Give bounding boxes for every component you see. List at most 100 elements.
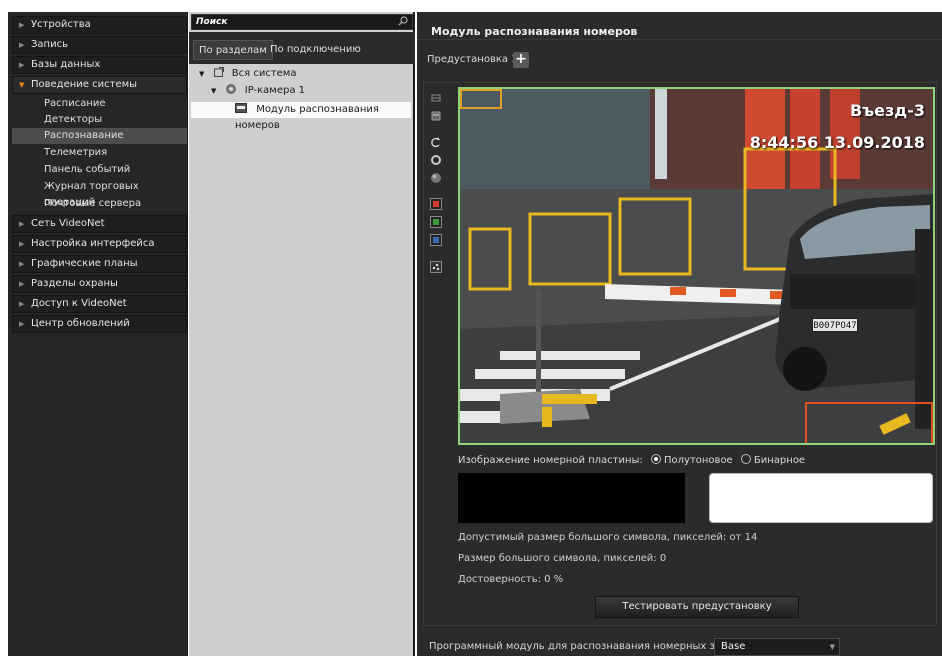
settings-navigation: ▶ Устройства ▶ Запись ▶ Базы данных ▼ По…	[8, 12, 188, 656]
nav-group-label: Центр обновлений	[31, 318, 130, 329]
list-tool-icon[interactable]	[430, 110, 442, 122]
nav-item-label: Почтовые сервера	[44, 198, 142, 209]
nav-group-recording[interactable]: ▶ Запись	[12, 36, 187, 54]
red-zone-tool-icon[interactable]	[430, 198, 442, 210]
nav-item-trade-journal[interactable]: Журнал торговых операций	[12, 179, 187, 208]
collapse-triangle-icon: ▼	[19, 81, 25, 89]
scatter-tool-icon[interactable]	[430, 261, 442, 273]
search-icon[interactable]	[398, 16, 408, 26]
nav-group-system-behavior[interactable]: ▼ Поведение системы	[12, 76, 187, 94]
nav-item-label: Телеметрия	[44, 147, 108, 158]
nav-item-detectors[interactable]: Детекторы	[12, 112, 187, 128]
add-preset-button[interactable]: +	[513, 52, 529, 68]
expand-triangle-icon: ▶	[19, 300, 25, 308]
recognition-settings: Модуль распознавания номеров Предустанов…	[417, 12, 942, 656]
nav-group-databases[interactable]: ▶ Базы данных	[12, 56, 187, 74]
module-select[interactable]: Base ▼	[714, 638, 840, 656]
nav-group-label: Настройка интерфейса	[31, 238, 155, 249]
nav-group-label: Запись	[31, 39, 68, 50]
nav-item-telemetry[interactable]: Телеметрия	[12, 145, 187, 161]
nav-group-interface-settings[interactable]: ▶ Настройка интерфейса	[12, 235, 187, 253]
nav-item-label: Детекторы	[44, 114, 103, 125]
expand-triangle-icon: ▶	[19, 41, 25, 49]
nav-item-label: Расписание	[44, 98, 106, 109]
tab-by-connection[interactable]: По подключению	[265, 40, 366, 60]
search-input[interactable]: Поиск	[191, 14, 413, 30]
blue-swatch	[433, 237, 439, 243]
nav-group-label: Разделы охраны	[31, 278, 118, 289]
nav-group-update-center[interactable]: ▶ Центр обновлений	[12, 315, 187, 333]
nav-group-label: Доступ к VideoNet	[31, 298, 127, 309]
tree-node-root[interactable]: ▼ Вся система	[199, 66, 296, 82]
nav-group-label: Устройства	[31, 19, 91, 30]
green-swatch	[433, 219, 439, 225]
tree-node-label: Модуль распознавания номеров	[235, 104, 379, 131]
tree-node-label: IP-камера 1	[244, 85, 306, 96]
nav-group-label: Сеть VideoNet	[31, 218, 105, 229]
search-placeholder: Поиск	[196, 17, 228, 27]
big-symbol-size-text: Размер большого символа, пикселей: 0	[458, 553, 667, 564]
nav-item-schedule[interactable]: Расписание	[12, 96, 187, 112]
system-icon	[213, 67, 224, 77]
confidence-text: Достоверность: 0 %	[458, 574, 564, 585]
license-plate: B007PO47	[812, 318, 858, 332]
nav-group-label: Графические планы	[31, 258, 138, 269]
nav-group-graphic-plans[interactable]: ▶ Графические планы	[12, 255, 187, 273]
nav-item-label: Панель событий	[44, 164, 131, 175]
expand-triangle-icon: ▶	[19, 260, 25, 268]
red-swatch	[433, 201, 439, 207]
collapse-arrow-icon[interactable]: ▼	[211, 87, 216, 95]
nav-group-label: Поведение системы	[31, 79, 138, 90]
expand-triangle-icon: ▶	[19, 240, 25, 248]
nav-item-label: Распознавание	[44, 130, 124, 141]
tree-node-camera[interactable]: ▼ IP-камера 1	[211, 83, 305, 99]
radio-grayscale[interactable]	[651, 454, 661, 464]
module-select-value: Base	[721, 641, 746, 652]
tree-tabs: По разделам По подключению	[189, 32, 415, 64]
nav-group-devices[interactable]: ▶ Устройства	[12, 16, 187, 34]
detection-zone-yellow[interactable]	[460, 89, 502, 109]
camera-icon	[225, 84, 236, 94]
tree-node-plate-module[interactable]: Модуль распознавания номеров	[191, 102, 411, 131]
plate-image-grayscale	[458, 473, 685, 523]
camera-preview[interactable]: Въезд-3 8:44:56 13.09.2018 B007PO47	[458, 87, 935, 445]
object-tree-panel: Поиск По разделам По подключению ▼ Вся с…	[189, 12, 415, 656]
nav-group-label: Базы данных	[31, 59, 101, 70]
allowed-size-text: Допустимый размер большого символа, пикс…	[458, 532, 758, 543]
timestamp-overlay: 8:44:56 13.09.2018	[749, 133, 925, 152]
expand-triangle-icon: ▶	[19, 280, 25, 288]
nav-group-security-zones[interactable]: ▶ Разделы охраны	[12, 275, 187, 293]
grid-tool-icon[interactable]	[430, 92, 442, 104]
page-title: Модуль распознавания номеров	[417, 12, 942, 40]
plate-recognition-icon	[235, 103, 247, 113]
test-preset-button[interactable]: Тестировать предустановку	[595, 596, 799, 618]
nav-item-mail-servers[interactable]: Почтовые сервера	[12, 196, 187, 212]
nav-item-recognition[interactable]: Распознавание	[12, 128, 187, 144]
nav-item-event-panel[interactable]: Панель событий	[12, 162, 187, 178]
nav-group-videonet-network[interactable]: ▶ Сеть VideoNet	[12, 215, 187, 233]
collapse-arrow-icon[interactable]: ▼	[199, 70, 204, 78]
tree-view: ▼ Вся система ▼ IP-камера 1 Модуль распо…	[189, 64, 413, 656]
plate-image-binary	[709, 473, 933, 523]
nav-group-videonet-access[interactable]: ▶ Доступ к VideoNet	[12, 295, 187, 313]
tab-by-sections[interactable]: По разделам	[193, 40, 273, 60]
expand-triangle-icon: ▶	[19, 220, 25, 228]
module-label: Программный модуль для распознавания ном…	[429, 641, 749, 652]
radio-grayscale-label[interactable]: Полутоновое	[664, 455, 733, 466]
expand-triangle-icon: ▶	[19, 21, 25, 29]
radio-binary[interactable]	[740, 454, 751, 464]
ring-tool-icon[interactable]	[430, 154, 442, 166]
sphere-tool-icon[interactable]	[430, 172, 442, 184]
camera-name-overlay: Въезд-3	[849, 101, 925, 120]
detection-zone-red[interactable]	[805, 402, 933, 443]
chevron-down-icon: ▼	[829, 643, 835, 651]
expand-triangle-icon: ▶	[19, 61, 25, 69]
tree-node-label: Вся система	[231, 68, 297, 79]
radio-binary-label[interactable]: Бинарное	[754, 455, 805, 466]
blue-zone-tool-icon[interactable]	[430, 234, 442, 246]
rotate-tool-icon[interactable]	[430, 136, 442, 148]
green-zone-tool-icon[interactable]	[430, 216, 442, 228]
plate-image-label: Изображение номерной пластины:	[458, 455, 643, 466]
plate-image-mode: Изображение номерной пластины: Полутонов…	[458, 454, 805, 466]
preset-label[interactable]: Предустановка 1	[427, 54, 518, 65]
